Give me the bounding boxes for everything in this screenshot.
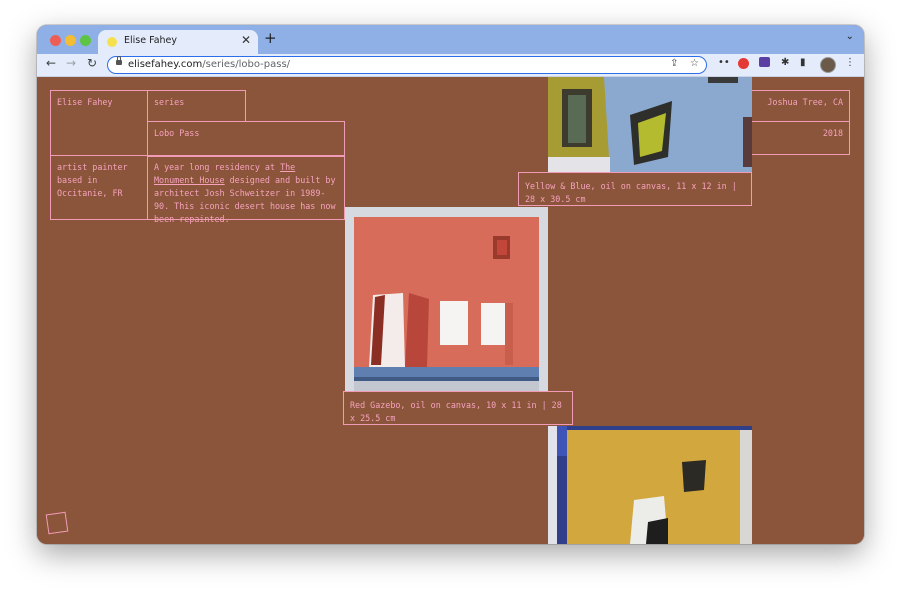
url-text[interactable]: elisefahey.com/series/lobo-pass/ <box>128 59 290 70</box>
caption-red-gazebo: Red Gazebo, oil on canvas, 10 x 11 in | … <box>343 391 573 425</box>
lock-icon <box>116 56 122 65</box>
url-domain: elisefahey.com <box>128 59 203 70</box>
tab-title: Elise Fahey <box>124 35 177 46</box>
tab-strip: Elise Fahey ✕ + ⌄ <box>37 25 864 54</box>
artist-name[interactable]: Elise Fahey <box>57 97 112 107</box>
site-logo-icon[interactable] <box>45 511 69 535</box>
tab-elise-fahey[interactable]: Elise Fahey ✕ <box>98 30 258 54</box>
browser-window: Elise Fahey ✕ + ⌄ ← → ↻ elisefahey.com/s… <box>37 25 864 544</box>
chevron-down-icon[interactable]: ⌄ <box>846 31 854 42</box>
reload-icon[interactable]: ↻ <box>87 56 97 70</box>
plus-icon[interactable]: + <box>264 29 277 47</box>
year: 2018 <box>822 128 843 138</box>
caption-text: Red Gazebo, oil on canvas, 10 x 11 in | … <box>350 400 562 423</box>
menu-kebab-icon[interactable]: ⋮ <box>845 57 855 68</box>
description-pre: A year long residency at <box>154 162 281 172</box>
painting-red-gazebo[interactable] <box>345 207 548 391</box>
purple-extension-icon[interactable] <box>759 57 770 67</box>
back-icon[interactable]: ← <box>46 56 56 70</box>
minimize-window-button[interactable] <box>65 35 76 46</box>
page-content: Elise Fahey series Lobo Pass artist pain… <box>37 77 864 544</box>
description-cell: A year long residency at The Monument Ho… <box>147 155 345 224</box>
address-bar[interactable]: elisefahey.com/series/lobo-pass/ ⇪ ☆ <box>107 56 707 74</box>
location: Joshua Tree, CA <box>767 97 843 107</box>
caption-yellow-blue: Yellow & Blue, oil on canvas, 11 x 12 in… <box>518 172 752 206</box>
opera-extension-icon[interactable] <box>738 58 749 69</box>
forward-icon[interactable]: → <box>66 56 76 70</box>
series-title-cell: Lobo Pass <box>147 121 345 157</box>
maximize-window-button[interactable] <box>80 35 91 46</box>
section-label[interactable]: series <box>154 97 184 107</box>
favicon-icon <box>107 37 117 47</box>
browser-toolbar: ← → ↻ elisefahey.com/series/lobo-pass/ ⇪… <box>37 54 864 77</box>
close-window-button[interactable] <box>50 35 61 46</box>
close-icon[interactable]: ✕ <box>241 33 251 47</box>
section-cell[interactable]: series <box>147 90 246 122</box>
puzzle-icon[interactable]: ✱ <box>781 57 789 68</box>
location-cell: Joshua Tree, CA <box>751 90 850 122</box>
artist-bio: artist painter based in Occitanie, FR <box>57 162 128 198</box>
sidebar-icon[interactable]: ▮ <box>800 57 806 68</box>
avatar[interactable] <box>820 57 836 73</box>
series-title: Lobo Pass <box>154 128 200 138</box>
painting-yellow[interactable] <box>548 426 752 544</box>
artist-bio-cell: artist painter based in Occitanie, FR <box>50 155 148 220</box>
caption-text: Yellow & Blue, oil on canvas, 11 x 12 in… <box>525 181 737 204</box>
extension-dots-icon[interactable]: •• <box>718 57 730 68</box>
painting-yellow-blue[interactable] <box>548 77 752 173</box>
artist-name-cell[interactable]: Elise Fahey <box>50 90 148 156</box>
url-path: /series/lobo-pass/ <box>202 59 291 70</box>
share-icon[interactable]: ⇪ <box>670 58 678 69</box>
star-icon[interactable]: ☆ <box>690 58 699 69</box>
year-cell: 2018 <box>751 121 850 155</box>
